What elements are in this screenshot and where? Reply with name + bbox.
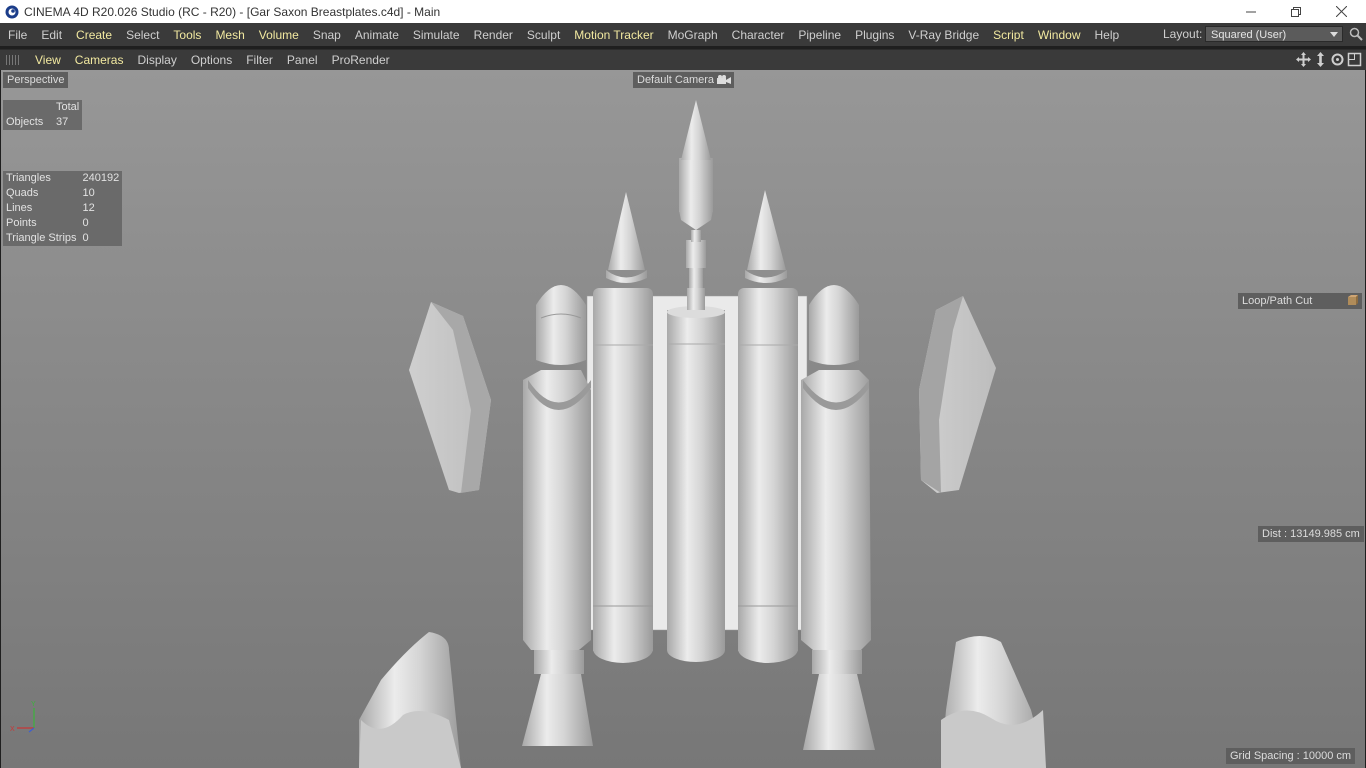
tool-name: Loop/Path Cut (1242, 295, 1313, 307)
menu-plugins[interactable]: Plugins (848, 28, 901, 42)
menu-mograph[interactable]: MoGraph (661, 28, 725, 42)
svg-text:X: X (10, 726, 15, 733)
close-icon (1335, 6, 1347, 17)
loop-path-cut-label[interactable]: Loop/Path Cut (1238, 293, 1362, 309)
projection-label[interactable]: Perspective (3, 72, 69, 88)
menu-select[interactable]: Select (119, 28, 166, 42)
stats-value: 0 (82, 232, 89, 244)
stats-row: Quads 10 (3, 186, 122, 201)
viewport-menu-bar: View Cameras Display Options Filter Panel ProR… (0, 49, 1366, 70)
title-bar: CINEMA 4D R20.026 Studio (RC - R20) - [G… (0, 0, 1366, 23)
viewport-navigation (1296, 52, 1362, 67)
zoom-view-icon[interactable] (1313, 52, 1328, 67)
menu-help[interactable]: Help (1088, 28, 1127, 42)
restore-icon (1291, 6, 1301, 17)
layout-dropdown[interactable]: Squared (User) (1205, 26, 1343, 42)
grid-spacing-readout: Grid Spacing : 10000 cm (1226, 748, 1356, 764)
camera-label[interactable]: Default Camera (633, 72, 735, 88)
chevron-down-icon (1330, 32, 1338, 37)
viewport-menu-cameras[interactable]: Cameras (68, 53, 131, 67)
rotate-view-icon[interactable] (1330, 52, 1345, 67)
distance-readout: Dist : 13149.985 cm (1258, 526, 1364, 542)
stats-total-header: Total (56, 101, 80, 113)
menu-v-ray-bridge[interactable]: V-Ray Bridge (901, 28, 986, 42)
stats-value: 0 (82, 217, 89, 229)
jetpack-model (359, 100, 1046, 768)
3d-viewport[interactable]: Perspective Default Camera Total Objects… (1, 70, 1365, 768)
stats-row: Points 0 (3, 216, 122, 231)
camera-name: Default Camera (637, 74, 715, 86)
menu-items: File Edit Create Select Tools Mesh Volume Snap A… (1, 28, 1126, 42)
polygon-stats-panel: Triangles 240192 Quads 10 Lines 12 Points 0 Tria… (3, 171, 123, 246)
viewport-menu-display[interactable]: Display (130, 53, 183, 67)
menu-simulate[interactable]: Simulate (406, 28, 467, 42)
move-view-icon[interactable] (1296, 52, 1311, 67)
axis-gizmo-icon: Y X (10, 701, 36, 733)
stats-label: Triangle Strips (6, 232, 77, 244)
camera-icon (717, 75, 732, 84)
viewport-menu-prorender[interactable]: ProRender (325, 53, 397, 67)
stats-label: Points (6, 217, 37, 229)
viewport-menu-options[interactable]: Options (184, 53, 239, 67)
objects-stats-panel: Total Objects 37 (3, 100, 83, 130)
menu-volume[interactable]: Volume (252, 28, 306, 42)
stats-label: Lines (6, 202, 33, 214)
menu-motion-tracker[interactable]: Motion Tracker (567, 28, 660, 42)
restore-button[interactable] (1273, 0, 1319, 23)
close-button[interactable] (1318, 0, 1364, 23)
search-icon[interactable] (1349, 27, 1363, 41)
layout-value: Squared (User) (1211, 29, 1287, 41)
stats-row: Triangle Strips 0 (3, 231, 122, 246)
minimize-icon (1246, 11, 1256, 12)
menu-tools[interactable]: Tools (166, 28, 208, 42)
window-title: CINEMA 4D R20.026 Studio (RC - R20) - [G… (24, 4, 441, 19)
viewport-menu-filter[interactable]: Filter (239, 53, 280, 67)
menu-script[interactable]: Script (986, 28, 1031, 42)
menu-create[interactable]: Create (69, 28, 119, 42)
viewport-menu-panel[interactable]: Panel (280, 53, 325, 67)
menu-edit[interactable]: Edit (34, 28, 69, 42)
menu-snap[interactable]: Snap (306, 28, 348, 42)
layout-label: Layout: (1163, 27, 1203, 41)
stats-row: Triangles 240192 (3, 171, 122, 186)
viewport-menu-view[interactable]: View (28, 53, 68, 67)
stats-objects-label: Objects (6, 116, 44, 128)
stats-label: Triangles (6, 172, 51, 184)
tool-settings-icon[interactable] (1347, 295, 1358, 306)
viewport-menu-items: View Cameras Display Options Filter Panel ProR… (28, 53, 397, 67)
panel-grip-icon[interactable] (6, 55, 20, 65)
cinema4d-logo-icon (5, 5, 19, 18)
stats-value: 10 (82, 187, 95, 199)
stats-value: 240192 (82, 172, 120, 184)
menu-mesh[interactable]: Mesh (208, 28, 251, 42)
maximize-view-icon[interactable] (1347, 52, 1362, 67)
main-menu-bar: File Edit Create Select Tools Mesh Volume Snap A… (0, 23, 1366, 46)
menu-file[interactable]: File (1, 28, 34, 42)
menu-window[interactable]: Window (1031, 28, 1088, 42)
menu-pipeline[interactable]: Pipeline (791, 28, 848, 42)
menu-render[interactable]: Render (467, 28, 520, 42)
svg-text:Y: Y (31, 701, 36, 708)
menu-animate[interactable]: Animate (348, 28, 406, 42)
stats-value: 12 (82, 202, 95, 214)
menu-sculpt[interactable]: Sculpt (520, 28, 567, 42)
menu-character[interactable]: Character (725, 28, 792, 42)
stats-row: Lines 12 (3, 201, 122, 216)
stats-objects-value: 37 (56, 116, 69, 128)
minimize-button[interactable] (1228, 0, 1274, 23)
stats-label: Quads (6, 187, 39, 199)
